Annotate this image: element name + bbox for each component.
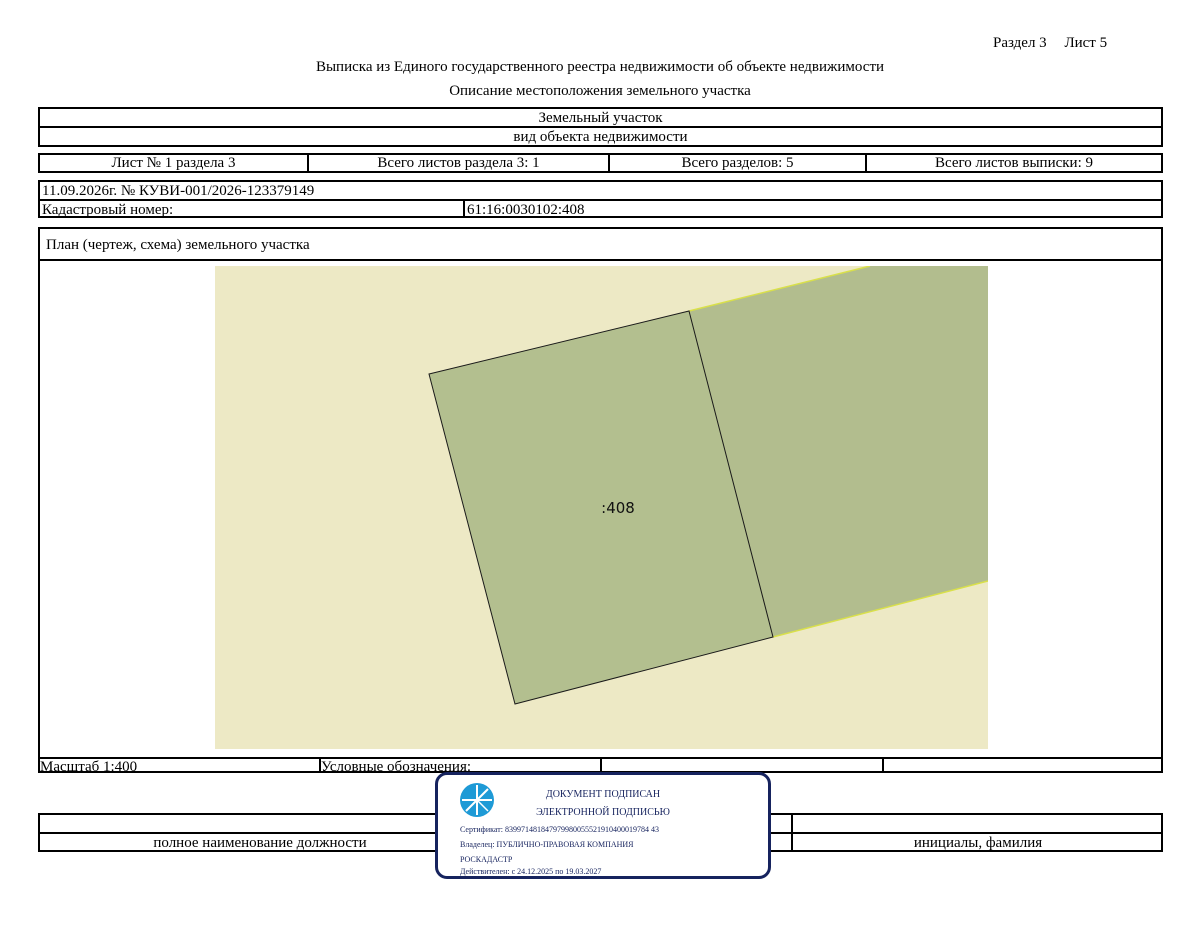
sheet-number: Лист № 1 раздела 3 <box>111 154 236 171</box>
electronic-signature-stamp: ДОКУМЕНТ ПОДПИСАН ЭЛЕКТРОННОЙ ПОДПИСЬЮ С… <box>435 772 771 879</box>
sheet-info-row: Лист № 1 раздела 3 Всего листов раздела … <box>38 153 1163 173</box>
divider <box>882 757 884 773</box>
total-sheets-extract: Всего листов выписки: 9 <box>935 154 1093 171</box>
cadastral-number-label: Кадастровый номер: <box>42 202 174 218</box>
object-type-caption: вид объекта недвижимости <box>513 129 688 145</box>
position-caption: полное наименование должности <box>153 835 367 851</box>
section-reference: Раздел 3 <box>993 35 1047 51</box>
sheet-reference: Лист 5 <box>1064 35 1108 51</box>
stamp-owner-line2: РОСКАДАСТР <box>460 855 513 864</box>
object-type-value: Земельный участок <box>538 110 663 126</box>
record-info-table: 11.09.2026г. № КУВИ-001/2026-123379149 К… <box>38 180 1163 218</box>
stamp-validity: Действителен: с 24.12.2025 по 19.03.2027 <box>460 867 602 876</box>
scale-label: Масштаб 1:400 <box>40 759 138 775</box>
document-title: Выписка из Единого государственного реес… <box>315 59 885 75</box>
plan-map: :408 <box>215 266 988 749</box>
plan-drawing: :408 <box>215 266 988 749</box>
parcel-label: :408 <box>601 499 635 517</box>
stamp-title-line1: ДОКУМЕНТ ПОДПИСАН <box>545 789 661 800</box>
divider <box>40 259 1161 261</box>
stamp-title-line2: ЭЛЕКТРОННОЙ ПОДПИСЬЮ <box>536 807 670 818</box>
record-date-number: 11.09.2026г. № КУВИ-001/2026-123379149 <box>42 183 315 199</box>
page-reference: Раздел 3 Лист 5 <box>993 34 1121 52</box>
stamp-owner-line1: Владелец: ПУБЛИЧНО-ПРАВОВАЯ КОМПАНИЯ <box>460 840 634 849</box>
cadastral-number-value: 61:16:0030102:408 <box>467 202 585 218</box>
total-sheets-section: Всего листов раздела 3: 1 <box>377 154 540 171</box>
document-subtitle: Описание местоположения земельного участ… <box>449 83 751 99</box>
divider <box>463 201 465 218</box>
object-type-table: Земельный участок вид объекта недвижимос… <box>38 107 1163 147</box>
plan-title: План (чертеж, схема) земельного участка <box>46 237 310 253</box>
stamp-certificate: Сертификат: 8399714818479799800555219104… <box>460 825 659 834</box>
divider <box>600 757 602 773</box>
total-sections: Всего разделов: 5 <box>681 154 794 171</box>
name-caption: инициалы, фамилия <box>913 835 1043 851</box>
